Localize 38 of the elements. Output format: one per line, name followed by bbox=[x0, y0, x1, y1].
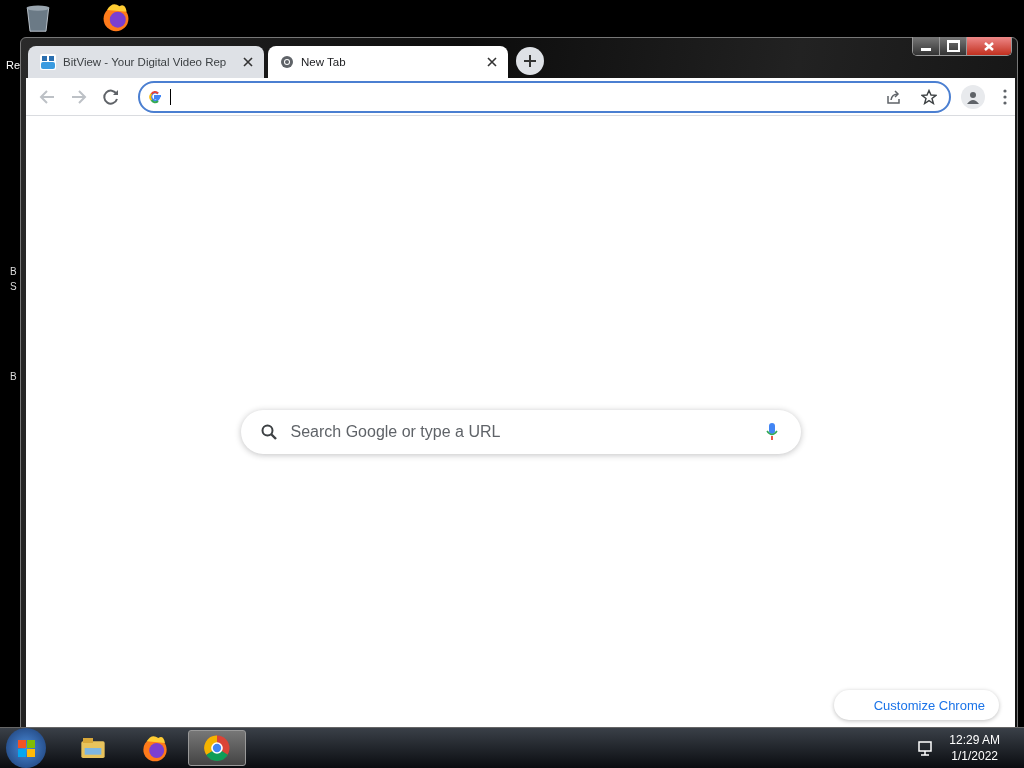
taskbar-button[interactable] bbox=[188, 730, 246, 766]
tab-title: BitView - Your Digital Video Rep bbox=[63, 56, 228, 68]
clock-date: 1/1/2022 bbox=[951, 748, 998, 764]
maximize-button[interactable] bbox=[940, 37, 967, 55]
clock-time: 12:29 AM bbox=[949, 732, 1000, 748]
microphone-icon[interactable] bbox=[764, 423, 779, 441]
star-icon[interactable] bbox=[921, 88, 937, 105]
icon-label: B bbox=[10, 371, 17, 382]
fox-globe-icon bbox=[140, 733, 170, 763]
text-cursor bbox=[170, 88, 171, 105]
icon-label: B bbox=[10, 266, 17, 277]
share-icon[interactable] bbox=[885, 88, 901, 105]
reload-icon[interactable] bbox=[102, 87, 120, 106]
google-g-icon bbox=[148, 88, 164, 105]
icon-label: Re bbox=[6, 59, 21, 71]
menu-icon[interactable] bbox=[1003, 88, 1007, 105]
plus-icon bbox=[523, 54, 537, 68]
close-icon[interactable] bbox=[486, 56, 498, 68]
profile-button[interactable] bbox=[961, 84, 985, 109]
address-bar[interactable] bbox=[138, 80, 951, 113]
video-site-icon bbox=[40, 54, 56, 70]
start-button[interactable] bbox=[6, 728, 46, 768]
search-field[interactable]: Search Google or type a URL bbox=[240, 410, 801, 454]
close-icon bbox=[983, 40, 995, 52]
browser-tab[interactable]: New Tab bbox=[268, 46, 508, 78]
browser-tab[interactable]: BitView - Your Digital Video Rep bbox=[28, 46, 264, 78]
placeholder-text: Search Google or type a URL bbox=[290, 423, 502, 441]
close-icon[interactable] bbox=[242, 56, 254, 68]
chrome-logo-icon bbox=[280, 55, 294, 69]
chrome-logo-icon bbox=[202, 733, 232, 763]
search-icon bbox=[260, 424, 277, 440]
network-icon[interactable] bbox=[917, 740, 934, 756]
minimize-button[interactable] bbox=[913, 37, 940, 55]
icon-label: S bbox=[10, 281, 17, 292]
customize-button[interactable]: Customize Chrome bbox=[833, 690, 999, 720]
close-button[interactable] bbox=[967, 37, 1011, 55]
tab-title: New Tab bbox=[301, 56, 347, 68]
person-icon bbox=[966, 89, 980, 104]
